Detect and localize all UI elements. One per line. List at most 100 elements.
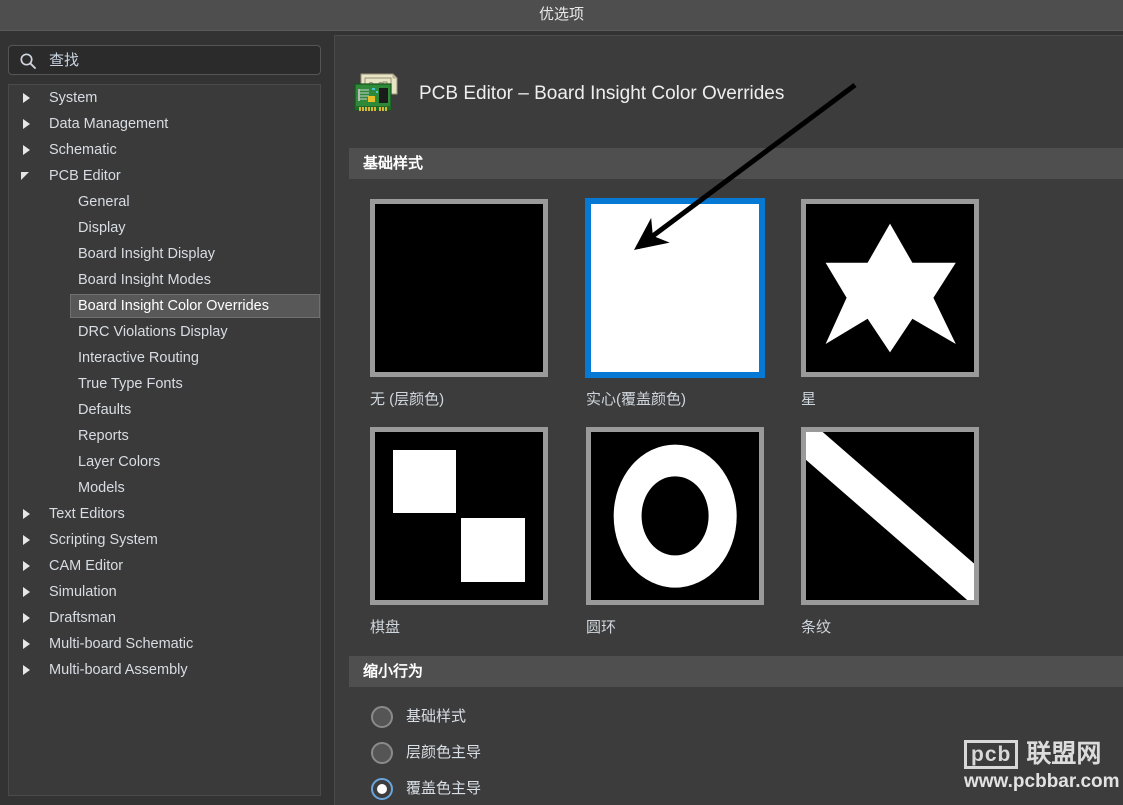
- sidebar-item-label: DRC Violations Display: [78, 324, 228, 340]
- section-header-zoom-behavior: 缩小行为: [349, 656, 1123, 687]
- sidebar-item-board-insight-modes[interactable]: Board Insight Modes: [9, 267, 320, 293]
- sidebar-item-label: Display: [78, 220, 126, 236]
- sidebar-item-label: Board Insight Modes: [78, 272, 211, 288]
- style-tile-label: 星: [801, 391, 817, 408]
- style-tile-solid[interactable]: [585, 198, 765, 378]
- sidebar-item-pcb-editor[interactable]: PCB Editor: [9, 163, 320, 189]
- sidebar-item-draftsman[interactable]: Draftsman: [9, 605, 320, 631]
- chevron-right-icon[interactable]: [23, 665, 30, 675]
- sidebar-item-general[interactable]: General: [9, 189, 320, 215]
- style-preview-solid: [591, 204, 759, 372]
- sidebar-item-label: Board Insight Display: [78, 246, 216, 262]
- sidebar-item-label: Interactive Routing: [78, 350, 199, 366]
- chevron-right-icon[interactable]: [23, 509, 30, 519]
- sidebar-item-label: Models: [78, 480, 125, 496]
- style-tile-none[interactable]: [370, 199, 548, 377]
- style-tile-label: 棋盘: [370, 619, 401, 636]
- window-title: 优选项: [538, 6, 584, 23]
- search-input[interactable]: 查找: [49, 46, 79, 76]
- search-icon: [19, 52, 37, 70]
- sidebar-item-label: Multi-board Schematic: [49, 636, 194, 652]
- radio-label: 层颜色主导: [406, 744, 482, 761]
- sidebar-item-true-type-fonts[interactable]: True Type Fonts: [9, 371, 320, 397]
- radio-button-unchecked[interactable]: [371, 742, 393, 764]
- checker-square-bottom: [460, 517, 525, 582]
- sidebar-item-system[interactable]: System: [9, 85, 320, 111]
- watermark: pcb 联盟网 www.pcbbar.com: [958, 738, 1120, 798]
- page-header: PCB Editor – Board Insight Color Overrid…: [335, 36, 1123, 148]
- sidebar-item-text-editors[interactable]: Text Editors: [9, 501, 320, 527]
- sidebar-item-label: Board Insight Color Overrides: [78, 298, 269, 314]
- radio-label: 覆盖色主导: [406, 780, 482, 797]
- chevron-right-icon[interactable]: [23, 119, 30, 129]
- title-bar: 优选项: [0, 0, 1123, 31]
- settings-tree[interactable]: System Data Management Schematic PCB Editor…: [8, 84, 321, 796]
- section-header-basic-style: 基础样式: [349, 148, 1123, 179]
- ring-shape: [613, 444, 737, 588]
- watermark-brand: 联盟网: [1026, 740, 1102, 768]
- style-preview-star: [806, 204, 974, 372]
- chevron-right-icon[interactable]: [23, 145, 30, 155]
- chevron-right-icon[interactable]: [23, 561, 30, 571]
- sidebar-item-label: Defaults: [78, 402, 132, 418]
- style-preview-none: [375, 204, 543, 372]
- sidebar-item-defaults[interactable]: Defaults: [9, 397, 320, 423]
- chevron-right-icon[interactable]: [23, 587, 30, 597]
- sidebar-item-interactive-routing[interactable]: Interactive Routing: [9, 345, 320, 371]
- style-tile-label: 条纹: [801, 619, 832, 636]
- sidebar-item-reports[interactable]: Reports: [9, 423, 320, 449]
- watermark-logo: pcb: [964, 740, 1019, 769]
- sidebar-item-label: General: [78, 194, 130, 210]
- sidebar-item-simulation[interactable]: Simulation: [9, 579, 320, 605]
- style-tile-ring[interactable]: [586, 427, 764, 605]
- preferences-dialog: 优选项 查找 System Data Management Schematic PCB…: [0, 0, 1123, 805]
- sidebar-item-multi-board-schematic[interactable]: Multi-board Schematic: [9, 631, 320, 657]
- radio-button-checked[interactable]: [371, 778, 393, 800]
- style-tile-checker[interactable]: [370, 427, 548, 605]
- sidebar-item-label: CAM Editor: [49, 558, 124, 574]
- sidebar-item-label: Scripting System: [49, 532, 158, 548]
- style-tile-label: 无 (层颜色): [370, 391, 445, 408]
- chevron-right-icon[interactable]: [23, 613, 30, 623]
- chevron-down-icon[interactable]: [21, 172, 29, 180]
- chevron-right-icon[interactable]: [23, 639, 30, 649]
- sidebar-item-label: Draftsman: [49, 610, 116, 626]
- section-title-basic-style: 基础样式: [363, 155, 424, 172]
- watermark-url: www.pcbbar.com: [964, 771, 1120, 792]
- chevron-right-icon[interactable]: [23, 535, 30, 545]
- style-tile-label: 圆环: [586, 619, 617, 636]
- sidebar-item-label: Layer Colors: [78, 454, 161, 470]
- pcb-board-icon: [353, 72, 401, 116]
- sidebar-item-board-insight-display[interactable]: Board Insight Display: [9, 241, 320, 267]
- sidebar-item-label: PCB Editor: [49, 168, 121, 184]
- sidebar-item-display[interactable]: Display: [9, 215, 320, 241]
- style-tile-label: 实心(覆盖颜色): [586, 391, 686, 408]
- style-preview-stripe: [806, 432, 974, 600]
- star-shape-icon: [825, 223, 956, 353]
- radio-button-unchecked[interactable]: [371, 706, 393, 728]
- section-title-zoom-behavior: 缩小行为: [363, 663, 424, 680]
- search-box[interactable]: 查找: [8, 45, 321, 75]
- chevron-right-icon[interactable]: [23, 93, 30, 103]
- sidebar-item-label: System: [49, 90, 98, 106]
- sidebar-item-multi-board-assembly[interactable]: Multi-board Assembly: [9, 657, 320, 683]
- sidebar-item-label: Reports: [78, 428, 129, 444]
- style-tile-stripe[interactable]: [801, 427, 979, 605]
- sidebar-item-label: Data Management: [49, 116, 169, 132]
- page-title: PCB Editor – Board Insight Color Overrid…: [419, 83, 785, 104]
- sidebar-item-layer-colors[interactable]: Layer Colors: [9, 449, 320, 475]
- settings-content-panel: PCB Editor – Board Insight Color Overrid…: [334, 35, 1123, 805]
- sidebar-item-data-management[interactable]: Data Management: [9, 111, 320, 137]
- style-tile-star[interactable]: [801, 199, 979, 377]
- checker-square-top: [392, 449, 457, 514]
- sidebar-item-label: True Type Fonts: [78, 376, 183, 392]
- sidebar-item-drc-violations-display[interactable]: DRC Violations Display: [9, 319, 320, 345]
- radio-label: 基础样式: [406, 708, 467, 725]
- sidebar-item-scripting-system[interactable]: Scripting System: [9, 527, 320, 553]
- sidebar-item-schematic[interactable]: Schematic: [9, 137, 320, 163]
- sidebar-item-models[interactable]: Models: [9, 475, 320, 501]
- sidebar-item-cam-editor[interactable]: CAM Editor: [9, 553, 320, 579]
- sidebar-item-board-insight-color-overrides[interactable]: Board Insight Color Overrides: [9, 293, 320, 319]
- style-preview-ring: [591, 432, 759, 600]
- sidebar-item-label: Text Editors: [49, 506, 125, 522]
